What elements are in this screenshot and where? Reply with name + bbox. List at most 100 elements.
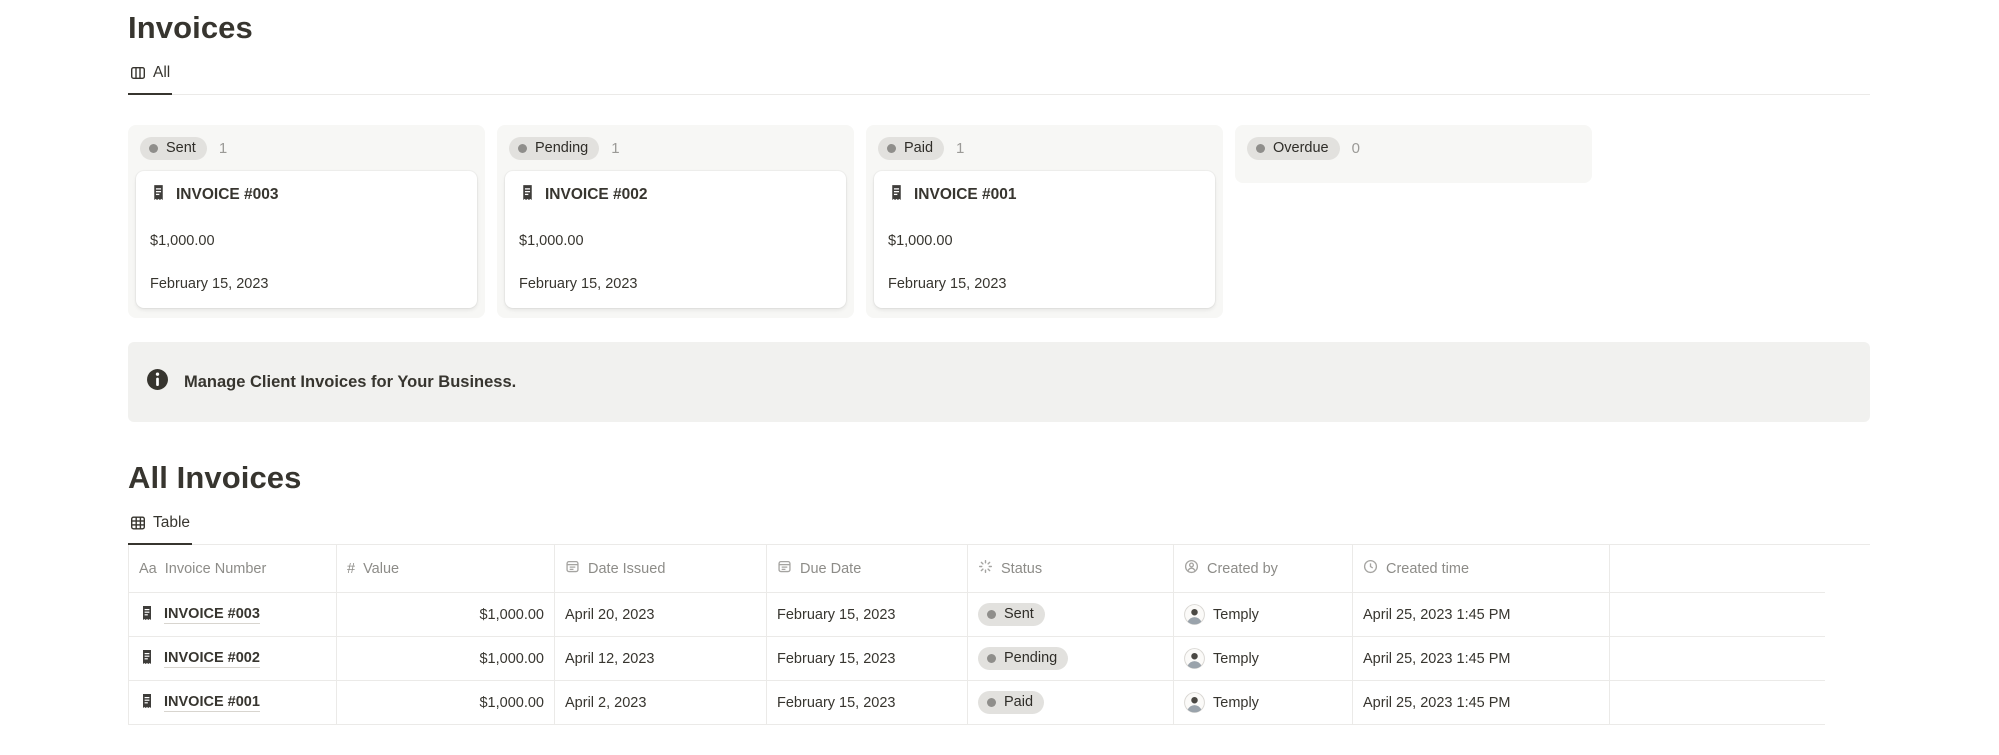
- invoice-page-link[interactable]: INVOICE #001: [164, 694, 260, 712]
- cell-invoice-number[interactable]: INVOICE #003: [129, 593, 337, 636]
- cell-due-date[interactable]: February 15, 2023: [767, 681, 968, 724]
- cell-invoice-number[interactable]: INVOICE #001: [129, 681, 337, 724]
- status-pill-pending: Pending: [978, 647, 1068, 670]
- status-pill-sent[interactable]: Sent: [140, 137, 207, 160]
- board-column-overdue: Overdue 0: [1235, 125, 1592, 183]
- status-pill-label: Sent: [1004, 606, 1034, 622]
- info-icon: [146, 368, 169, 396]
- status-pill-label: Pending: [1004, 650, 1057, 666]
- page-title-all-invoices: All Invoices: [128, 458, 1870, 498]
- status-pill-paid[interactable]: Paid: [878, 137, 944, 160]
- column-count: 1: [611, 140, 619, 157]
- clock-icon: [1363, 559, 1378, 578]
- card-due-date: February 15, 2023: [519, 276, 832, 292]
- column-count: 0: [1352, 140, 1360, 157]
- column-header-label: Created time: [1386, 561, 1469, 577]
- invoices-board: Sent 1 INVOICE #003 $1,000.00 February 1…: [128, 125, 1870, 318]
- card-title: INVOICE #003: [176, 186, 279, 204]
- cell-date-issued[interactable]: April 12, 2023: [555, 637, 767, 680]
- status-dot-icon: [518, 144, 527, 153]
- column-header-created-by[interactable]: Created by: [1174, 545, 1353, 592]
- card-due-date: February 15, 2023: [150, 276, 463, 292]
- tab-all[interactable]: All: [128, 64, 172, 95]
- calendar-icon: [777, 559, 792, 578]
- card-title: INVOICE #001: [914, 186, 1017, 204]
- receipt-icon: [139, 605, 155, 625]
- tab-all-label: All: [153, 64, 170, 82]
- cell-created-time[interactable]: April 25, 2023 1:45 PM: [1353, 593, 1610, 636]
- created-by-name: Temply: [1213, 695, 1259, 711]
- cell-value[interactable]: $1,000.00: [337, 593, 555, 636]
- column-count: 1: [219, 140, 227, 157]
- table-view-tabbar: Table: [128, 514, 1870, 545]
- cell-empty[interactable]: [1610, 593, 1825, 636]
- board-column-header: Pending 1: [509, 137, 842, 160]
- receipt-icon: [888, 184, 905, 206]
- receipt-icon: [519, 184, 536, 206]
- invoice-page-link[interactable]: INVOICE #002: [164, 650, 260, 668]
- column-header-due-date[interactable]: Due Date: [767, 545, 968, 592]
- cell-created-by[interactable]: Temply: [1174, 593, 1353, 636]
- page-title-invoices: Invoices: [128, 0, 1870, 48]
- cell-date-issued[interactable]: April 20, 2023: [555, 593, 767, 636]
- cell-status[interactable]: Pending: [968, 637, 1174, 680]
- cell-due-date[interactable]: February 15, 2023: [767, 593, 968, 636]
- status-dot-icon: [1256, 144, 1265, 153]
- column-header-label: Created by: [1207, 561, 1278, 577]
- status-pill-label: Paid: [904, 140, 933, 156]
- cell-due-date[interactable]: February 15, 2023: [767, 637, 968, 680]
- invoice-card-003[interactable]: INVOICE #003 $1,000.00 February 15, 2023: [136, 171, 477, 308]
- cell-empty[interactable]: [1610, 681, 1825, 724]
- column-header-invoice-number[interactable]: Aa Invoice Number: [129, 545, 337, 592]
- column-header-label: Due Date: [800, 561, 861, 577]
- number-property-icon: #: [347, 561, 355, 577]
- cell-empty[interactable]: [1610, 637, 1825, 680]
- table-body: INVOICE #003 $1,000.00 April 20, 2023 Fe…: [129, 593, 1825, 725]
- status-dot-icon: [887, 144, 896, 153]
- column-count: 1: [956, 140, 964, 157]
- cell-created-time[interactable]: April 25, 2023 1:45 PM: [1353, 637, 1610, 680]
- invoice-tracker-page: Invoices All Sent 1 IN: [0, 0, 1999, 725]
- status-pill-sent: Sent: [978, 603, 1045, 626]
- card-value: $1,000.00: [519, 233, 832, 249]
- tab-table-label: Table: [153, 514, 190, 532]
- table-row-invoice-002: INVOICE #002 $1,000.00 April 12, 2023 Fe…: [129, 637, 1825, 681]
- cell-invoice-number[interactable]: INVOICE #002: [129, 637, 337, 680]
- created-by-name: Temply: [1213, 607, 1259, 623]
- column-header-status[interactable]: Status: [968, 545, 1174, 592]
- cell-value[interactable]: $1,000.00: [337, 681, 555, 724]
- avatar: [1184, 692, 1205, 713]
- status-pill-label: Pending: [535, 140, 588, 156]
- cell-created-time[interactable]: April 25, 2023 1:45 PM: [1353, 681, 1610, 724]
- column-header-label: Invoice Number: [165, 561, 267, 577]
- status-dot-icon: [987, 610, 996, 619]
- status-pill-overdue[interactable]: Overdue: [1247, 137, 1340, 160]
- table-row-invoice-003: INVOICE #003 $1,000.00 April 20, 2023 Fe…: [129, 593, 1825, 637]
- column-header-created-time[interactable]: Created time: [1353, 545, 1610, 592]
- board-column-pending: Pending 1 INVOICE #002 $1,000.00 Februar…: [497, 125, 854, 318]
- cell-status[interactable]: Sent: [968, 593, 1174, 636]
- callout: Manage Client Invoices for Your Business…: [128, 342, 1870, 422]
- cell-value[interactable]: $1,000.00: [337, 637, 555, 680]
- invoice-page-link[interactable]: INVOICE #003: [164, 606, 260, 624]
- card-due-date: February 15, 2023: [888, 276, 1201, 292]
- board-column-header: Overdue 0: [1247, 137, 1580, 160]
- cell-status[interactable]: Paid: [968, 681, 1174, 724]
- cell-created-by[interactable]: Temply: [1174, 681, 1353, 724]
- person-icon: [1184, 559, 1199, 578]
- column-header-value[interactable]: # Value: [337, 545, 555, 592]
- status-pill-pending[interactable]: Pending: [509, 137, 599, 160]
- board-view-tabbar: All: [128, 64, 1870, 95]
- column-header-empty[interactable]: [1610, 545, 1825, 592]
- card-value: $1,000.00: [888, 233, 1201, 249]
- column-header-label: Status: [1001, 561, 1042, 577]
- status-pill-label: Sent: [166, 140, 196, 156]
- tab-table[interactable]: Table: [128, 514, 192, 545]
- status-pill-label: Paid: [1004, 694, 1033, 710]
- cell-date-issued[interactable]: April 2, 2023: [555, 681, 767, 724]
- invoice-card-002[interactable]: INVOICE #002 $1,000.00 February 15, 2023: [505, 171, 846, 308]
- receipt-icon: [139, 693, 155, 713]
- cell-created-by[interactable]: Temply: [1174, 637, 1353, 680]
- invoice-card-001[interactable]: INVOICE #001 $1,000.00 February 15, 2023: [874, 171, 1215, 308]
- column-header-date-issued[interactable]: Date Issued: [555, 545, 767, 592]
